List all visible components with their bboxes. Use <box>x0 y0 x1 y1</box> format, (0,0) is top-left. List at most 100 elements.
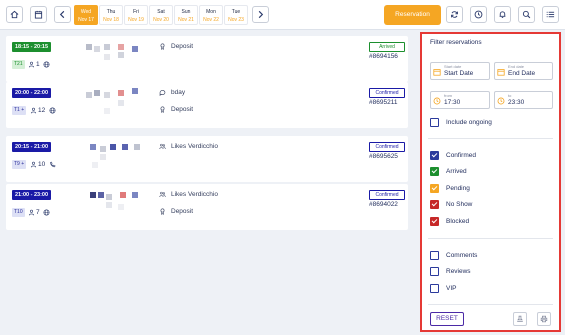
filter-panel: Filter reservations Start date Start Dat… <box>420 32 561 332</box>
reservation-card[interactable]: 18:15 - 20:15 T21 1 Deposit Arrived #8694156 <box>6 36 408 82</box>
note-text: Deposit <box>171 42 194 50</box>
reservation-card[interactable]: 20:00 - 22:00 T1 + 12 bday Deposit Confirmed #… <box>6 82 408 128</box>
blurred-guest-name <box>86 44 92 50</box>
blurred-guest-name <box>118 100 124 106</box>
day-date: Nov 19 <box>128 17 144 23</box>
extra-filter-label: Reviews <box>446 268 471 275</box>
guest-count-value: 10 <box>38 161 46 168</box>
clock-icon <box>433 97 441 105</box>
checkbox-box[interactable] <box>430 216 439 226</box>
checkbox-box[interactable] <box>430 167 439 176</box>
people-icon <box>159 191 166 197</box>
clock-icon[interactable] <box>470 6 487 23</box>
reservation-time: 20:15 - 21:00 <box>12 142 52 152</box>
filter-title: Filter reservations <box>430 39 482 46</box>
start-date-label: Start date <box>444 64 462 69</box>
extra-filter-checkbox[interactable]: Reviews <box>430 267 471 277</box>
checkbox-box[interactable] <box>430 267 439 276</box>
blurred-guest-name <box>100 154 106 160</box>
day-tab[interactable]: Sat Nov 20 <box>149 5 173 25</box>
globe-icon <box>43 209 50 216</box>
blurred-guest-name <box>104 54 110 60</box>
blurred-guest-name <box>118 52 124 58</box>
checkbox-box[interactable] <box>430 117 439 127</box>
start-date-field[interactable]: Start date Start Date <box>430 62 490 80</box>
reservation-note: Deposit <box>159 105 193 113</box>
checkbox-box[interactable] <box>430 150 439 160</box>
to-value: 23:30 <box>508 99 525 106</box>
blurred-guest-name <box>104 108 110 114</box>
list-icon[interactable] <box>542 6 559 23</box>
new-reservation-button[interactable]: Reservation <box>384 5 441 25</box>
status-filter-checkbox[interactable]: Pending <box>430 183 470 193</box>
blurred-guest-name <box>86 92 92 98</box>
reservation-note: Likes Verdicchio <box>159 190 218 198</box>
reservation-time: 20:00 - 22:00 <box>12 88 52 98</box>
blurred-guest-name <box>118 204 124 210</box>
guest-count: 1 <box>28 60 40 69</box>
search-icon[interactable] <box>518 6 535 23</box>
chevron-right-icon[interactable] <box>252 6 269 23</box>
home-icon[interactable] <box>6 6 23 23</box>
extra-filter-checkbox[interactable]: VIP <box>430 283 456 293</box>
day-tab[interactable]: Thu Nov 18 <box>99 5 123 25</box>
status-filter-checkbox[interactable]: No Show <box>430 200 472 210</box>
reservation-note: Deposit <box>159 42 193 50</box>
day-date: Nov 21 <box>178 17 194 23</box>
note-text: bday <box>171 88 186 96</box>
end-date-field[interactable]: End date End Date <box>494 62 553 80</box>
status-filter-label: Pending <box>446 184 470 192</box>
note-text: Likes Verdicchio <box>171 142 218 150</box>
reservation-card[interactable]: 20:15 - 21:00 T9 + 10 Likes Verdicchio Confi… <box>6 136 408 182</box>
status-badge: Confirmed <box>369 142 405 152</box>
day-tab[interactable]: Sun Nov 21 <box>174 5 198 25</box>
blurred-guest-name <box>94 90 100 96</box>
reservation-card[interactable]: 21:00 - 23:00 T10 7 Likes Verdicchio Deposit… <box>6 184 408 230</box>
chevron-left-icon[interactable] <box>54 6 71 23</box>
blurred-guest-name <box>104 92 110 98</box>
person-icon <box>30 161 37 168</box>
checkbox-box[interactable] <box>430 283 439 293</box>
medal-icon <box>160 43 165 50</box>
blurred-guest-name <box>118 44 124 50</box>
day-of-week: Thu <box>106 9 116 15</box>
bell-icon[interactable] <box>494 6 511 23</box>
status-filter-checkbox[interactable]: Blocked <box>430 216 469 226</box>
note-text: Deposit <box>171 105 194 113</box>
checkbox-box[interactable] <box>430 250 439 260</box>
from-time-field[interactable]: from 17:30 <box>430 91 490 109</box>
table-badge: T10 <box>12 208 25 217</box>
table-badge: T9 + <box>12 160 27 169</box>
extra-filter-checkbox[interactable]: Comments <box>430 250 477 260</box>
stamp-icon[interactable] <box>513 312 527 326</box>
day-selector: Wed Nov 17 Thu Nov 18 Fri Nov 19 Sat Nov 20 Sun N… <box>74 5 249 25</box>
day-of-week: Sat <box>157 9 165 15</box>
reset-button[interactable]: RESET <box>430 312 464 326</box>
checkbox-box[interactable] <box>430 183 439 193</box>
note-text: Deposit <box>171 207 194 215</box>
blurred-guest-name <box>132 46 138 52</box>
reservation-note: Likes Verdicchio <box>159 142 218 150</box>
status-filter-checkbox[interactable]: Confirmed <box>430 150 476 160</box>
globe-icon <box>49 107 56 114</box>
blurred-guest-name <box>100 146 106 152</box>
blurred-guest-name <box>132 192 138 198</box>
person-icon <box>30 107 37 114</box>
include-ongoing-checkbox[interactable]: Include ongoing <box>430 117 492 127</box>
status-filter-checkbox[interactable]: Arrived <box>430 167 467 177</box>
guest-count: 7 <box>28 208 40 217</box>
calendar-icon[interactable] <box>30 6 47 23</box>
day-tab[interactable]: Wed Nov 17 <box>74 5 98 25</box>
day-tab[interactable]: Fri Nov 19 <box>124 5 148 25</box>
refresh-icon[interactable] <box>446 6 463 23</box>
to-time-field[interactable]: to 23:30 <box>494 91 553 109</box>
print-icon[interactable] <box>537 312 551 326</box>
blurred-guest-name <box>106 202 112 208</box>
checkbox-box[interactable] <box>430 200 439 209</box>
guest-count: 12 <box>30 106 45 115</box>
day-tab[interactable]: Mon Nov 22 <box>199 5 223 25</box>
day-tab[interactable]: Tue Nov 23 <box>224 5 248 25</box>
guest-count-value: 12 <box>38 107 46 114</box>
start-date-value: Start Date <box>444 70 474 77</box>
status-badge: Confirmed <box>369 190 405 200</box>
